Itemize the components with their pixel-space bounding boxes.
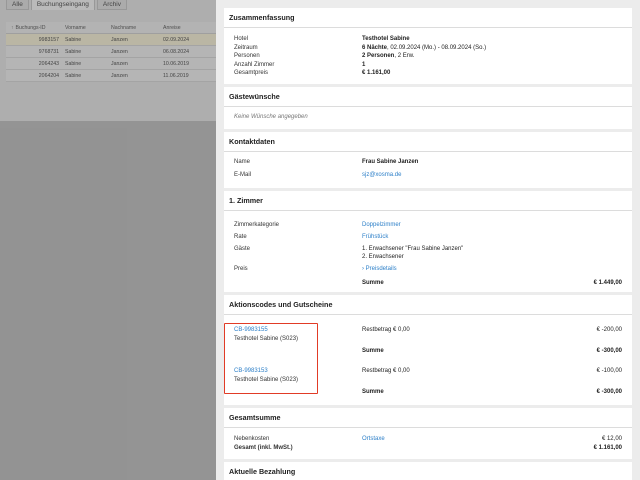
summary-title: Zusammenfassung	[224, 8, 632, 28]
tourist-tax-link[interactable]: Ortstaxe	[362, 435, 385, 444]
voucher-sum-value: € -300,00	[596, 389, 622, 396]
rate-link[interactable]: Frühstück	[362, 233, 388, 242]
persons-value: 2 Personen, 2 Erw.	[362, 52, 414, 61]
name-value: Frau Sabine Janzen	[362, 158, 419, 165]
codes-title: Aktionscodes und Gutscheine	[224, 295, 632, 315]
no-wishes-text: Keine Wünsche angegeben	[234, 113, 308, 120]
email-link[interactable]: sjz@xosma.de	[362, 171, 401, 180]
price-details-link[interactable]: › Preisdetails	[362, 265, 397, 274]
guest-wishes-title: Gästewünsche	[224, 87, 632, 107]
drawer-content: Zusammenfassung Hotel Testhotel Sabine Ze…	[224, 8, 632, 480]
grand-total-section: Gesamtsumme Nebenkosten Ortstaxe € 12,00 G…	[224, 408, 632, 459]
period-nights: 6 Nächte	[362, 44, 388, 51]
hotel-label: Hotel	[234, 36, 249, 42]
room-sum-label: Summe	[362, 280, 384, 287]
name-label: Name	[234, 158, 251, 165]
voucher-code-link[interactable]: CB-9983155	[234, 326, 268, 335]
rooms-label: Anzahl Zimmer	[234, 61, 275, 68]
contact-section: Kontaktdaten Name Frau Sabine Janzen E-Ma…	[224, 131, 632, 188]
voucher-hotel: Testhotel Sabine (S023)	[234, 376, 299, 383]
rate-label: Rate	[234, 233, 247, 240]
voucher-remaining: Restbetrag € 0,00	[362, 368, 410, 375]
contact-title: Kontaktdaten	[224, 132, 632, 152]
drawer-top-bar	[216, 0, 640, 7]
price-label: Preis	[234, 266, 248, 273]
room-section: 1. Zimmer Zimmerkategorie Doppelzimmer Ra…	[224, 190, 632, 292]
voucher-hotel: Testhotel Sabine (S023)	[234, 335, 299, 342]
guest-1: 1. Erwachsener "Frau Sabine Janzen"	[362, 245, 464, 252]
payment-section: Aktuelle Bezahlung	[224, 461, 632, 480]
extra-costs-value: € 12,00	[601, 436, 622, 443]
room-title: 1. Zimmer	[224, 191, 632, 211]
persons-count: 2 Personen	[362, 53, 395, 60]
room-sum-value: € 1.449,00	[593, 280, 622, 287]
grand-total-label: Gesamt (inkl. MwSt.)	[234, 444, 293, 451]
guest-2: 2. Erwachsener	[362, 254, 404, 261]
hotel-value: Testhotel Sabine	[362, 36, 410, 42]
voucher-remaining: Restbetrag € 0,00	[362, 326, 410, 333]
chevron-right-icon: ›	[362, 266, 364, 273]
guest-wishes-section: Gästewünsche Keine Wünsche angegeben	[224, 86, 632, 129]
grand-total-value: € 1.161,00	[593, 444, 622, 451]
period-value: 6 Nächte, 02.09.2024 (Mo.) - 08.09.2024 …	[362, 44, 486, 53]
codes-section: Aktionscodes und Gutscheine CB-9983155 T…	[224, 294, 632, 406]
voucher-sum-label: Summe	[362, 348, 384, 355]
room-category-link[interactable]: Doppelzimmer	[362, 221, 401, 230]
summary-section: Zusammenfassung Hotel Testhotel Sabine Ze…	[224, 8, 632, 84]
booking-detail-drawer: Zusammenfassung Hotel Testhotel Sabine Ze…	[216, 0, 640, 480]
voucher-code-link[interactable]: CB-9983153	[234, 367, 268, 376]
voucher-sum-label: Summe	[362, 389, 384, 396]
period-dates: , 02.09.2024 (Mo.) - 08.09.2024 (So.)	[387, 44, 487, 51]
voucher-amount: € -200,00	[596, 326, 622, 333]
total-price-value: € 1.161,00	[362, 70, 391, 77]
grand-total-title: Gesamtsumme	[224, 408, 632, 429]
extra-costs-label: Nebenkosten	[234, 436, 270, 443]
email-label: E-Mail	[234, 172, 252, 179]
guests-label: Gäste	[234, 245, 251, 252]
voucher-sum-value: € -300,00	[596, 348, 622, 355]
rooms-value: 1	[362, 61, 366, 68]
period-label: Zeitraum	[234, 44, 258, 51]
total-price-label: Gesamtpreis	[234, 70, 269, 77]
payment-title: Aktuelle Bezahlung	[224, 462, 632, 480]
room-category-label: Zimmerkategorie	[234, 221, 280, 228]
voucher-amount: € -100,00	[596, 368, 622, 375]
persons-label: Personen	[234, 53, 260, 60]
persons-detail: , 2 Erw.	[394, 53, 415, 60]
